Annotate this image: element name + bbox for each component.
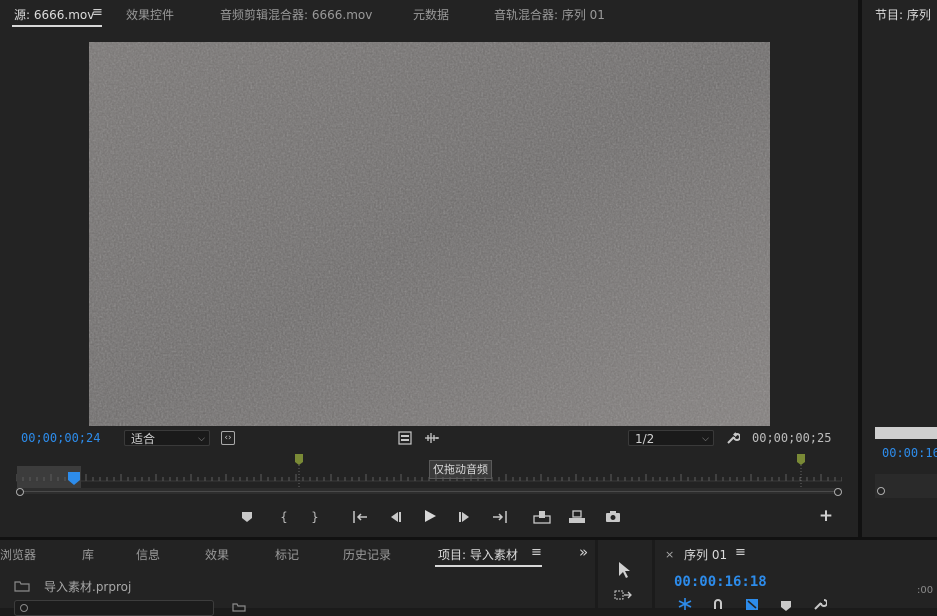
overwrite-button[interactable] — [568, 510, 586, 524]
new-bin-icon[interactable] — [232, 602, 246, 612]
search-input[interactable] — [14, 600, 214, 616]
program-video-frame — [875, 427, 937, 439]
add-marker-button[interactable] — [241, 511, 253, 523]
wrench-icon[interactable] — [726, 431, 740, 445]
program-time-ruler[interactable] — [875, 474, 937, 498]
project-panel: 浏览器 库 信息 效果 标记 历史记录 项目: 导入素材 ≡ » 导入素材.pr… — [0, 540, 595, 616]
project-file-name: 导入素材.prproj — [44, 580, 132, 594]
tab-project[interactable]: 项目: 导入素材 — [438, 546, 518, 563]
program-monitor-panel: 节目: 序列 00:00:16 — [862, 0, 937, 537]
tab-audio-clip-mixer[interactable]: 音频剪辑混合器: 6666.mov — [220, 6, 372, 23]
tab-program[interactable]: 节目: 序列 — [875, 6, 931, 23]
playhead-icon[interactable] — [67, 472, 80, 486]
drag-video-icon[interactable] — [398, 431, 412, 445]
tab-effects[interactable]: 效果 — [205, 546, 229, 563]
tab-markers[interactable]: 标记 — [275, 546, 299, 563]
zoom-scrollbar-track — [21, 491, 837, 492]
source-duration-timecode: 00;00;00;25 — [752, 431, 832, 445]
step-back-button[interactable] — [388, 511, 402, 523]
chevron-down-icon: ⌵ — [702, 434, 709, 444]
source-monitor-panel: 源: 6666.mov ≡ 效果控件 音频剪辑混合器: 6666.mov 元数据… — [0, 0, 858, 537]
scroll-handle-left[interactable] — [16, 488, 24, 496]
marker-icon[interactable] — [780, 600, 792, 612]
tab-effect-controls[interactable]: 效果控件 — [126, 6, 174, 23]
go-to-in-button[interactable] — [353, 511, 369, 523]
panel-overflow-icon[interactable]: » — [579, 543, 588, 561]
panel-menu-icon[interactable]: ≡ — [735, 545, 746, 560]
chevron-down-icon: ⌵ — [198, 434, 205, 444]
add-marker-icon[interactable] — [745, 598, 759, 610]
button-editor-add-icon[interactable]: + — [818, 508, 834, 525]
tab-history[interactable]: 历史记录 — [343, 546, 391, 563]
video-frame — [89, 42, 770, 426]
close-icon[interactable]: × — [665, 548, 674, 561]
mark-in-out-icon[interactable]: ‹› — [221, 431, 235, 445]
panel-divider[interactable] — [0, 537, 937, 540]
selection-tool-icon[interactable] — [617, 561, 631, 579]
active-tab-underline — [12, 25, 102, 27]
export-frame-button[interactable] — [605, 510, 621, 523]
active-tab-underline — [435, 565, 542, 567]
linked-selection-icon[interactable] — [712, 598, 724, 610]
timeline-ruler-edge: :00 — [917, 585, 934, 596]
folder-icon — [14, 581, 30, 592]
tools-panel — [598, 540, 652, 608]
program-timecode[interactable]: 00:00:16 — [882, 446, 937, 460]
drag-audio-icon[interactable] — [424, 432, 440, 444]
timeline-timecode[interactable]: 00:00:16:18 — [674, 574, 767, 590]
zoom-select[interactable]: 适合 ⌵ — [124, 430, 210, 446]
panel-divider[interactable] — [858, 0, 862, 537]
snap-icon[interactable] — [677, 598, 693, 610]
go-to-out-button[interactable] — [491, 511, 507, 523]
video-texture — [89, 42, 770, 426]
tab-metadata[interactable]: 元数据 — [413, 6, 449, 23]
tab-source[interactable]: 源: 6666.mov — [14, 6, 94, 23]
resolution-select-value: 1/2 — [635, 432, 655, 446]
zoom-scrollbar[interactable] — [16, 488, 842, 496]
marker-out-icon[interactable] — [797, 454, 805, 466]
step-forward-button[interactable] — [458, 511, 472, 523]
zoom-select-value: 适合 — [131, 432, 156, 446]
tab-libraries[interactable]: 库 — [82, 546, 94, 563]
panel-menu-icon[interactable]: ≡ — [92, 5, 103, 20]
source-current-timecode[interactable]: 00;00;00;24 — [21, 431, 100, 445]
track-select-tool-icon[interactable] — [614, 588, 632, 602]
tab-media-browser[interactable]: 浏览器 — [0, 546, 36, 563]
resolution-select[interactable]: 1/2 ⌵ — [628, 430, 714, 446]
tab-info[interactable]: 信息 — [136, 546, 160, 563]
panel-menu-icon[interactable]: ≡ — [531, 545, 542, 560]
insert-button[interactable] — [533, 510, 551, 524]
marker-in-icon[interactable] — [295, 454, 303, 466]
search-icon — [20, 604, 28, 612]
scroll-handle-right[interactable] — [834, 488, 842, 496]
mark-in-button[interactable]: { — [279, 509, 289, 525]
play-button[interactable] — [423, 509, 437, 523]
scroll-handle-left[interactable] — [877, 487, 885, 495]
mark-out-button[interactable]: } — [310, 509, 320, 525]
tab-sequence[interactable]: 序列 01 — [684, 546, 727, 563]
tab-audio-track-mixer[interactable]: 音轨混合器: 序列 01 — [494, 6, 605, 23]
wrench-icon[interactable] — [813, 598, 827, 610]
timeline-panel: × 序列 01 ≡ 00:00:16:18 :00 — [655, 540, 937, 611]
